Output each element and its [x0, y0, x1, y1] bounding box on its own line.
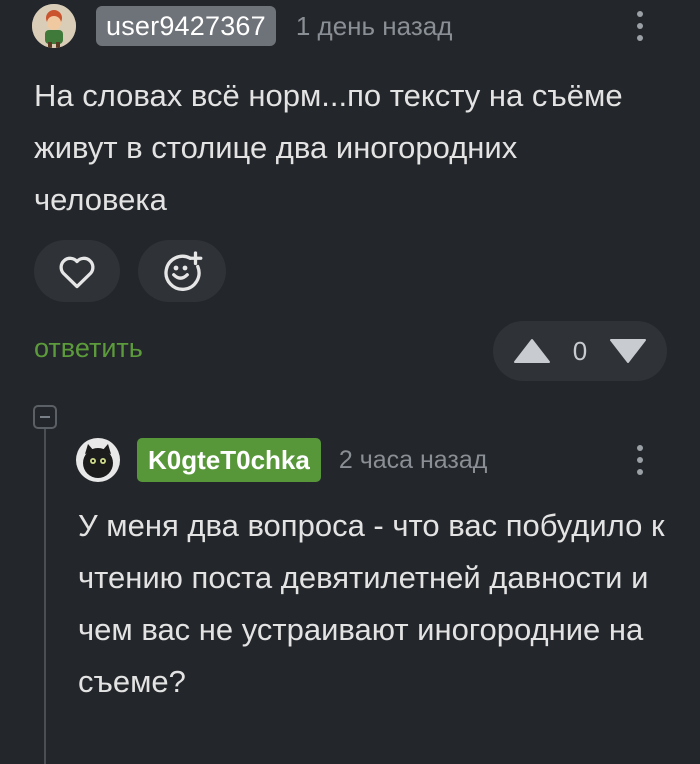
username-badge[interactable]: K0gteT0chka [137, 438, 321, 482]
like-button[interactable] [34, 240, 120, 302]
reply-link[interactable]: ответить [34, 333, 143, 364]
avatar[interactable] [32, 4, 76, 48]
rating-count: 0 [572, 335, 588, 366]
comment-text: На словах всё норм...по тексту на съёме … [34, 78, 623, 217]
comment-header: user9427367 1 день назад [32, 4, 452, 48]
avatar[interactable] [76, 438, 120, 482]
arrow-down-icon[interactable] [609, 338, 647, 364]
comment-text: У меня два вопроса - что вас побудило к … [78, 508, 665, 699]
arrow-up-icon[interactable] [513, 338, 551, 364]
vote-control: 0 [493, 321, 667, 381]
heart-icon [59, 256, 95, 289]
add-reaction-button[interactable] [138, 240, 226, 302]
comment-timestamp: 2 часа назад [338, 445, 488, 474]
comment-timestamp: 1 день назад [295, 10, 453, 41]
more-vertical-icon[interactable] [630, 4, 650, 48]
emoji-add-icon [164, 251, 203, 291]
more-vertical-icon[interactable] [630, 438, 650, 482]
comments-page: user9427367 1 день назад На словах всё н… [0, 0, 700, 764]
comment-header: K0gteT0chka 2 часа назад [76, 438, 487, 482]
collapse-thread-icon[interactable] [33, 405, 57, 429]
thread-line[interactable] [44, 429, 46, 764]
username-badge[interactable]: user9427367 [96, 6, 276, 46]
